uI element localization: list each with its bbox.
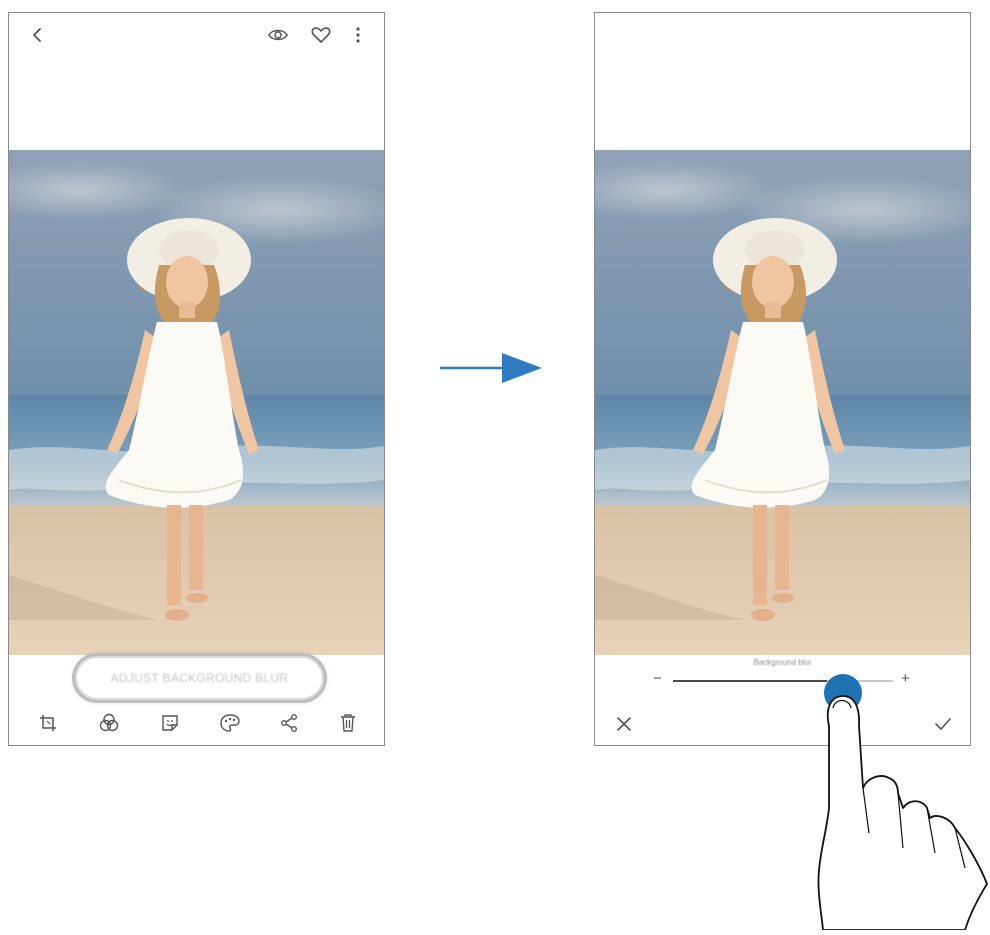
more-options-icon[interactable] bbox=[351, 24, 365, 46]
delete-icon[interactable] bbox=[334, 709, 362, 737]
share-icon[interactable] bbox=[275, 709, 303, 737]
back-icon[interactable] bbox=[27, 25, 47, 45]
favorite-icon[interactable] bbox=[309, 24, 333, 46]
drag-gesture-hand bbox=[805, 668, 990, 935]
beach-photo bbox=[595, 150, 970, 655]
paint-icon[interactable] bbox=[216, 709, 244, 737]
transition-arrow bbox=[440, 350, 544, 391]
blur-slider-fill bbox=[673, 680, 827, 682]
adjust-background-blur-label: ADJUST BACKGROUND BLUR bbox=[110, 671, 289, 685]
close-icon[interactable] bbox=[613, 713, 635, 735]
phone-screen-gallery-view: ADJUST BACKGROUND BLUR bbox=[8, 12, 385, 746]
top-app-bar bbox=[9, 13, 384, 57]
background-blur-label: Background blur bbox=[753, 658, 812, 667]
phone-screen-blur-adjust: Background blur − + bbox=[594, 12, 971, 746]
filter-icon[interactable] bbox=[95, 709, 123, 737]
crop-icon[interactable] bbox=[34, 709, 62, 737]
adjust-background-blur-button[interactable]: ADJUST BACKGROUND BLUR bbox=[77, 658, 322, 698]
slider-minus[interactable]: − bbox=[653, 671, 662, 687]
bixby-vision-icon[interactable] bbox=[265, 24, 291, 46]
beach-photo bbox=[9, 150, 384, 655]
sticker-icon[interactable] bbox=[156, 709, 184, 737]
